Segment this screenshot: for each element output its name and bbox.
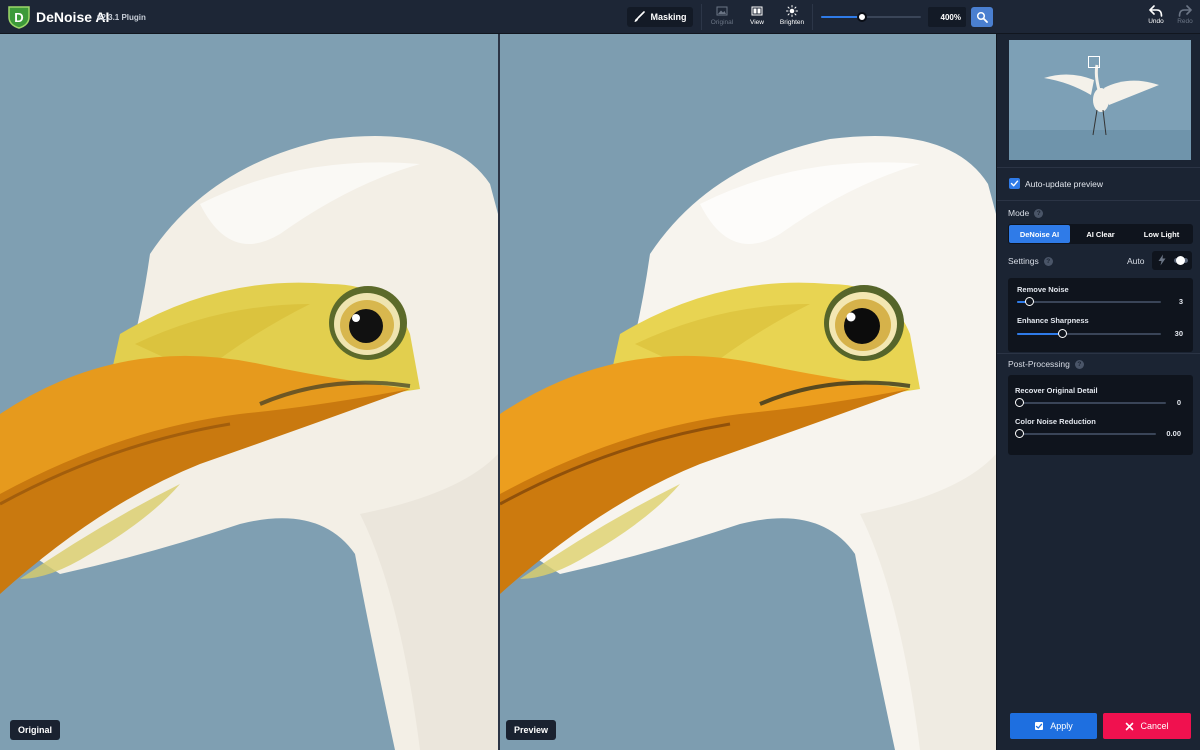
apply-label: Apply bbox=[1050, 721, 1073, 731]
brush-icon bbox=[634, 11, 646, 22]
brighten-label: Brighten bbox=[779, 19, 805, 26]
enhance-sharpness-value: 30 bbox=[1174, 329, 1183, 338]
auto-update-checkbox[interactable] bbox=[1009, 178, 1020, 189]
zoom-slider-fill bbox=[821, 16, 862, 18]
navigator-viewport-rect[interactable] bbox=[1088, 56, 1100, 68]
recover-original-detail-label: Recover Original Detail bbox=[1015, 386, 1098, 395]
redo-arrow-icon bbox=[1178, 5, 1192, 17]
cancel-label: Cancel bbox=[1140, 721, 1169, 731]
masking-label: Masking bbox=[650, 12, 687, 22]
denoise-logo-icon: D bbox=[8, 6, 30, 29]
zoom-button[interactable] bbox=[971, 7, 993, 27]
mode-selector: DeNoise AI AI Clear Low Light bbox=[1008, 224, 1193, 244]
mode-title: Mode bbox=[1008, 208, 1030, 218]
image-icon bbox=[716, 6, 728, 16]
top-bar: D DeNoise AI v2.3.1 Plugin Masking Origi… bbox=[0, 0, 1200, 34]
app-version: v2.3.1 Plugin bbox=[97, 13, 146, 22]
lightning-icon bbox=[1158, 254, 1166, 266]
original-view-button[interactable]: Original bbox=[704, 5, 740, 31]
navigator-thumbnail[interactable] bbox=[1009, 40, 1191, 160]
undo-arrow-icon bbox=[1149, 5, 1163, 17]
settings-section-title: Settings ? bbox=[1008, 256, 1053, 266]
auto-settings-toggle[interactable] bbox=[1152, 251, 1192, 270]
brighten-button[interactable]: Brighten bbox=[774, 5, 810, 31]
toggle-knob bbox=[1176, 256, 1185, 265]
original-pane-label: Original bbox=[10, 720, 61, 740]
apply-button[interactable]: Apply bbox=[1010, 713, 1097, 739]
mode-denoise-ai-button[interactable]: DeNoise AI bbox=[1009, 225, 1070, 243]
toolbar-separator bbox=[812, 4, 813, 30]
app-window: D DeNoise AI v2.3.1 Plugin Masking Origi… bbox=[0, 0, 1200, 750]
enhance-sharpness-slider[interactable] bbox=[1017, 329, 1161, 338]
color-noise-reduction-slider-handle[interactable] bbox=[1015, 429, 1024, 438]
redo-button[interactable]: Redo bbox=[1173, 5, 1197, 31]
sidebar-divider bbox=[997, 353, 1200, 354]
mode-section-title: Mode ? bbox=[1008, 208, 1044, 218]
zoom-slider-handle[interactable] bbox=[857, 12, 867, 22]
color-noise-reduction-label: Color Noise Reduction bbox=[1015, 417, 1096, 426]
preview-image-pane[interactable]: Preview bbox=[500, 34, 996, 750]
color-noise-reduction-slider[interactable] bbox=[1015, 429, 1156, 438]
recover-original-detail-slider[interactable] bbox=[1015, 398, 1166, 407]
sidebar-divider bbox=[997, 167, 1200, 168]
split-view-icon bbox=[751, 6, 763, 16]
toolbar-separator bbox=[701, 4, 702, 30]
magnifier-icon bbox=[976, 11, 988, 23]
svg-text:D: D bbox=[14, 10, 23, 25]
mode-low-light-button[interactable]: Low Light bbox=[1131, 225, 1192, 243]
view-button[interactable]: View bbox=[739, 5, 775, 31]
help-icon[interactable]: ? bbox=[1074, 359, 1084, 369]
settings-title: Settings bbox=[1008, 256, 1039, 266]
checkmark-icon bbox=[1010, 180, 1019, 187]
redo-label: Redo bbox=[1177, 18, 1193, 25]
mode-ai-clear-button[interactable]: AI Clear bbox=[1070, 225, 1131, 243]
post-processing-title: Post-Processing bbox=[1008, 359, 1070, 369]
remove-noise-slider-handle[interactable] bbox=[1025, 297, 1034, 306]
preview-pane-label: Preview bbox=[506, 720, 557, 740]
egret-photo-preview bbox=[500, 34, 996, 750]
remove-noise-label: Remove Noise bbox=[1017, 285, 1069, 294]
auto-update-label: Auto-update preview bbox=[1025, 179, 1103, 189]
settings-card: Remove Noise 3 Enhance Sharpness 30 bbox=[1008, 278, 1193, 352]
remove-noise-value: 3 bbox=[1178, 297, 1183, 306]
undo-label: Undo bbox=[1148, 18, 1164, 25]
close-icon bbox=[1126, 722, 1134, 730]
view-label: View bbox=[750, 19, 764, 26]
original-view-label: Original bbox=[710, 19, 734, 26]
egret-photo-original bbox=[0, 34, 498, 750]
undo-button[interactable]: Undo bbox=[1144, 5, 1168, 31]
post-processing-section-title: Post-Processing ? bbox=[1008, 359, 1084, 369]
sidebar-divider bbox=[997, 200, 1200, 201]
recover-original-detail-slider-handle[interactable] bbox=[1015, 398, 1024, 407]
masking-button[interactable]: Masking bbox=[627, 7, 693, 27]
enhance-sharpness-slider-fill bbox=[1017, 333, 1062, 335]
enhance-sharpness-label: Enhance Sharpness bbox=[1017, 316, 1089, 325]
help-icon[interactable]: ? bbox=[1034, 208, 1044, 218]
color-noise-reduction-value: 0.00 bbox=[1166, 429, 1181, 438]
help-icon[interactable]: ? bbox=[1043, 256, 1053, 266]
settings-sidebar: Auto-update preview Mode ? DeNoise AI AI… bbox=[996, 34, 1200, 750]
navigator-photo bbox=[1009, 40, 1191, 160]
cancel-button[interactable]: Cancel bbox=[1103, 713, 1191, 739]
enhance-sharpness-slider-handle[interactable] bbox=[1058, 329, 1067, 338]
remove-noise-slider[interactable] bbox=[1017, 297, 1161, 306]
post-processing-card: Recover Original Detail 0 Color Noise Re… bbox=[1008, 375, 1193, 455]
zoom-value-field[interactable]: 400% bbox=[928, 7, 966, 27]
save-icon bbox=[1035, 722, 1044, 730]
original-image-pane[interactable]: Original bbox=[0, 34, 498, 750]
recover-original-detail-value: 0 bbox=[1176, 398, 1181, 407]
auto-label: Auto bbox=[1127, 256, 1145, 266]
sun-icon bbox=[786, 5, 798, 17]
